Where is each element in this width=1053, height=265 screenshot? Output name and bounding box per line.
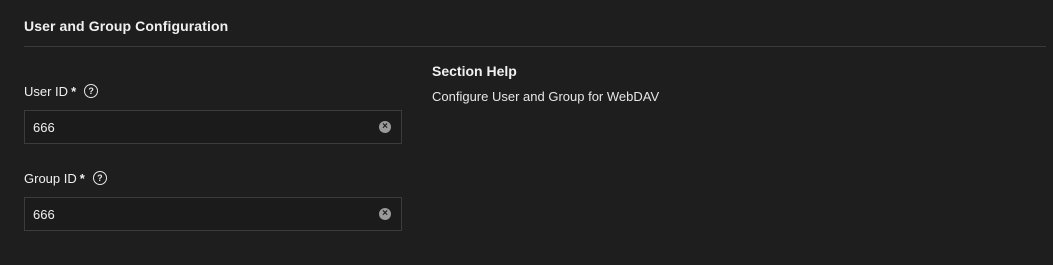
question-circle-icon[interactable]: ?	[84, 84, 99, 98]
section-help-title: Section Help	[432, 63, 517, 79]
clear-icon[interactable]: ×	[379, 121, 391, 133]
question-circle-icon[interactable]: ?	[92, 171, 107, 185]
group-id-field: Group ID * ? ×	[24, 169, 402, 231]
user-id-label: User ID	[24, 83, 69, 99]
user-id-field: User ID * ? ×	[24, 82, 402, 144]
section-help: Section Help Configure User and Group fo…	[432, 63, 1032, 104]
user-id-label-row: User ID * ?	[24, 82, 402, 100]
clear-icon[interactable]: ×	[379, 208, 391, 220]
group-id-label-row: Group ID * ?	[24, 169, 402, 187]
required-marker: *	[71, 83, 77, 99]
user-group-config-panel: User and Group Configuration User ID * ?…	[0, 0, 1053, 265]
user-id-input[interactable]	[25, 111, 373, 143]
group-id-input[interactable]	[25, 198, 373, 230]
group-id-label: Group ID	[24, 170, 77, 186]
section-help-text: Configure User and Group for WebDAV	[432, 89, 660, 104]
user-id-input-box: ×	[24, 110, 402, 144]
section-title: User and Group Configuration	[24, 18, 229, 34]
section-divider	[24, 46, 1046, 47]
required-marker: *	[79, 170, 85, 186]
group-id-input-box: ×	[24, 197, 402, 231]
